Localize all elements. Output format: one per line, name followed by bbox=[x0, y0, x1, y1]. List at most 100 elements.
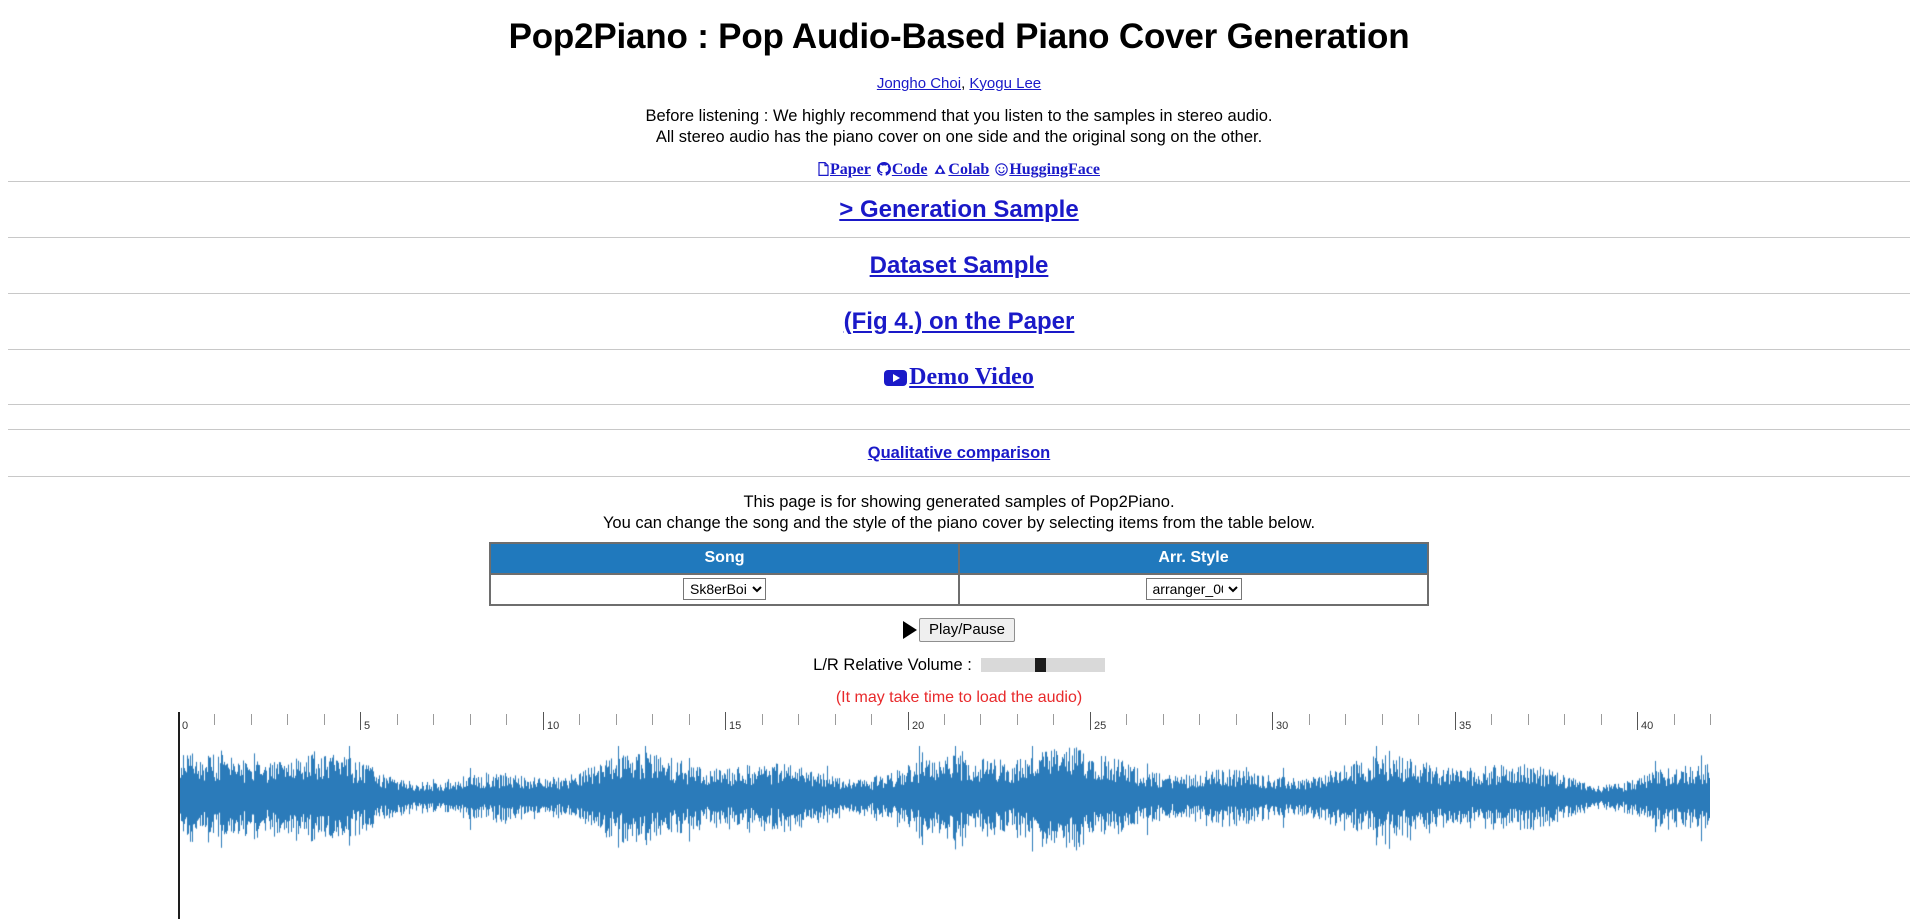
ruler-tick-minor bbox=[689, 714, 690, 725]
nav-row-demo-video: Demo Video bbox=[0, 350, 1918, 404]
ruler-tick-minor bbox=[1674, 714, 1675, 725]
nav-row-generation-sample: > Generation Sample bbox=[0, 182, 1918, 237]
ruler-tick-label: 40 bbox=[1641, 720, 1654, 732]
page-description-line-2: You can change the song and the style of… bbox=[602, 513, 1316, 532]
ruler-tick-minor bbox=[506, 714, 507, 725]
spacer-row bbox=[0, 405, 1918, 429]
ruler-tick-minor bbox=[1528, 714, 1529, 725]
ruler-tick-minor bbox=[324, 714, 325, 725]
nav-row-fig4: (Fig 4.) on the Paper bbox=[0, 294, 1918, 349]
ruler-tick-minor bbox=[287, 714, 288, 725]
ruler-tick-minor bbox=[1491, 714, 1492, 725]
volume-label: L/R Relative Volume : bbox=[813, 655, 972, 674]
nav-link-fig4-on-the-paper[interactable]: (Fig 4.) on the Paper bbox=[844, 308, 1075, 335]
ruler-tick-minor bbox=[1309, 714, 1310, 725]
play-button-group: Play/Pause bbox=[903, 617, 1015, 642]
ruler-tick-major bbox=[725, 712, 726, 730]
audio-waveform[interactable] bbox=[178, 742, 1710, 852]
badge-label-code: Code bbox=[891, 160, 928, 178]
selection-table: Song Arr. Style Sk8erBoi arranger_00 bbox=[489, 541, 1429, 606]
selection-table-wrapper: Song Arr. Style Sk8erBoi arranger_00 bbox=[0, 541, 1918, 606]
table-row: Sk8erBoi arranger_00 bbox=[490, 573, 1428, 605]
ruler-tick-minor bbox=[1601, 714, 1602, 725]
nav-link-dataset-sample[interactable]: Dataset Sample bbox=[870, 252, 1049, 279]
nav-row-dataset-sample: Dataset Sample bbox=[0, 238, 1918, 293]
ruler-tick-minor bbox=[1564, 714, 1565, 725]
ruler-tick-minor bbox=[1199, 714, 1200, 725]
ruler-tick-label: 10 bbox=[547, 720, 560, 732]
nav-link-demo-video[interactable]: Demo Video bbox=[884, 364, 1034, 390]
ruler-tick-minor bbox=[1236, 714, 1237, 725]
ruler-tick-major bbox=[1637, 712, 1638, 730]
player-controls: Play/Pause L/R Relative Volume : (It may… bbox=[0, 617, 1918, 707]
colab-icon bbox=[933, 163, 947, 181]
arr-style-select[interactable]: arranger_00 bbox=[1145, 577, 1242, 600]
column-header-arr-style: Arr. Style bbox=[959, 542, 1428, 574]
table-header-row: Song Arr. Style bbox=[490, 542, 1428, 574]
ruler-tick-major bbox=[1090, 712, 1091, 730]
ruler-tick-label: 30 bbox=[1276, 720, 1289, 732]
stereo-notice-line-1: Before listening : We highly recommend t… bbox=[645, 106, 1273, 125]
badge-link-paper[interactable]: Paper bbox=[818, 161, 871, 178]
ruler-tick-minor bbox=[762, 714, 763, 725]
play-triangle-icon bbox=[903, 620, 918, 639]
badge-label-huggingface: HuggingFace bbox=[1009, 160, 1100, 178]
ruler-tick-minor bbox=[652, 714, 653, 725]
ruler-tick-minor bbox=[1017, 714, 1018, 725]
ruler-tick-label: 5 bbox=[364, 720, 371, 732]
ruler-tick-minor bbox=[397, 714, 398, 725]
divider bbox=[8, 475, 1910, 477]
ruler-tick-minor bbox=[798, 714, 799, 725]
ruler-tick-minor bbox=[1345, 714, 1346, 725]
nav-row-qualitative-comparison: Qualitative comparison bbox=[0, 430, 1918, 476]
ruler-tick-minor bbox=[1710, 714, 1711, 725]
waveform-timeline-ruler[interactable]: 0 5 10 15 20 25 30 35 40 bbox=[178, 712, 1711, 734]
ruler-tick-minor bbox=[470, 714, 471, 725]
page-icon bbox=[818, 161, 829, 181]
ruler-tick-minor bbox=[1418, 714, 1419, 725]
youtube-icon bbox=[884, 369, 908, 386]
ruler-tick-label: 25 bbox=[1094, 720, 1107, 732]
author-list: Jongho Choi, Kyogu Lee bbox=[0, 75, 1918, 92]
song-select[interactable]: Sk8erBoi bbox=[683, 577, 766, 600]
huggingface-icon bbox=[995, 162, 1009, 181]
ruler-tick-minor bbox=[835, 714, 836, 725]
ruler-tick-minor bbox=[1382, 714, 1383, 725]
page-title: Pop2Piano : Pop Audio-Based Piano Cover … bbox=[508, 17, 1410, 56]
play-pause-button[interactable]: Play/Pause bbox=[919, 617, 1015, 642]
badge-link-code[interactable]: Code bbox=[876, 160, 928, 181]
nav-link-qualitative-comparison[interactable]: Qualitative comparison bbox=[868, 444, 1050, 462]
playhead-cursor[interactable] bbox=[178, 712, 180, 919]
lr-volume-slider[interactable] bbox=[980, 658, 1105, 673]
ruler-tick-label: 35 bbox=[1459, 720, 1472, 732]
ruler-tick-minor bbox=[251, 714, 252, 725]
stereo-notice: Before listening : We highly recommend t… bbox=[0, 106, 1918, 148]
cell-song-select: Sk8erBoi bbox=[490, 573, 959, 605]
ruler-tick-major bbox=[1455, 712, 1456, 730]
badge-label-paper: Paper bbox=[829, 160, 871, 178]
ruler-tick-minor bbox=[1126, 714, 1127, 725]
author-link-1[interactable]: Jongho Choi bbox=[877, 75, 961, 92]
github-icon bbox=[876, 161, 891, 181]
nav-link-generation-sample[interactable]: > Generation Sample bbox=[839, 196, 1078, 223]
ruler-tick-minor bbox=[1163, 714, 1164, 725]
ruler-tick-minor bbox=[214, 714, 215, 725]
ruler-tick-label: 15 bbox=[729, 720, 742, 732]
badge-link-huggingface[interactable]: HuggingFace bbox=[995, 161, 1100, 178]
badge-label-colab: Colab bbox=[948, 160, 990, 178]
page-root: Pop2Piano : Pop Audio-Based Piano Cover … bbox=[0, 0, 1918, 919]
waveform-area: 0 5 10 15 20 25 30 35 40 bbox=[0, 712, 1918, 919]
author-link-2[interactable]: Kyogu Lee bbox=[969, 75, 1041, 92]
ruler-tick-minor bbox=[871, 714, 872, 725]
column-header-song: Song bbox=[490, 542, 959, 574]
ruler-tick-minor bbox=[1053, 714, 1054, 725]
stereo-notice-line-2: All stereo audio has the piano cover on … bbox=[655, 127, 1263, 146]
badge-link-colab[interactable]: Colab bbox=[933, 161, 989, 178]
nav-label-demo-video: Demo Video bbox=[909, 363, 1034, 390]
ruler-tick-minor bbox=[944, 714, 945, 725]
slider-thumb[interactable] bbox=[1034, 658, 1046, 673]
ruler-tick-label: 20 bbox=[912, 720, 925, 732]
page-description-line-1: This page is for showing generated sampl… bbox=[743, 492, 1175, 511]
ruler-tick-major bbox=[543, 712, 544, 730]
ruler-tick-minor bbox=[433, 714, 434, 725]
